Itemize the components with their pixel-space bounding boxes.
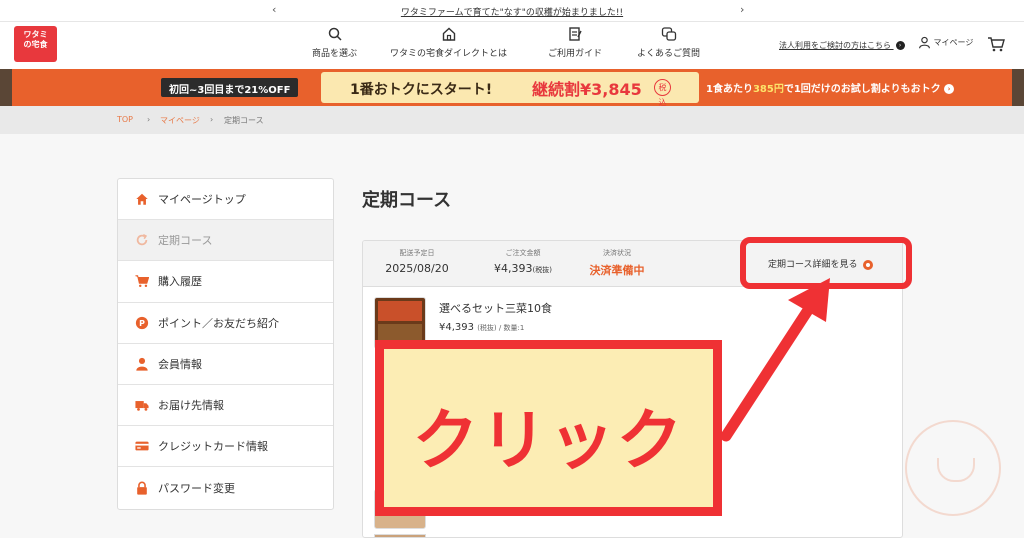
home-icon (442, 27, 455, 41)
annotation-text: クリック (412, 402, 685, 479)
order-amount-number: ¥4,393 (494, 262, 533, 275)
sidebar-item-label: 定期コース (158, 234, 213, 248)
lock-icon (135, 481, 149, 495)
banner-headline: 1番おトクにスタート! (350, 82, 493, 98)
sidebar-item-label: 会員情報 (158, 357, 202, 371)
corporate-link[interactable]: 法人利用をご検討の方はこちら › (779, 40, 905, 51)
breadcrumb-separator: › (210, 115, 214, 124)
sidebar-item-member-info[interactable]: 会員情報 (118, 344, 333, 385)
breadcrumb-top[interactable]: TOP (117, 115, 133, 124)
mypage-sidebar: マイページトップ 定期コース 購入履歴 P ポイント／お友だち紹介 会員情報 お… (117, 178, 334, 510)
delivery-date-column: 配送予定日 2025/08/20 (377, 248, 457, 275)
nav-faq[interactable]: よくあるご質問 (637, 26, 700, 59)
banner-discount-pill: 初回~3回目まで21%OFF (161, 78, 299, 97)
rice-bowl-watermark-icon (905, 420, 1001, 516)
sidebar-item-credit-card[interactable]: クレジットカード情報 (118, 426, 333, 468)
sidebar-item-label: クレジットカード情報 (158, 440, 268, 454)
product-tax-quantity: (税抜) / 数量:1 (477, 324, 525, 332)
user-icon (919, 36, 930, 49)
annotation-highlight-frame (740, 237, 912, 289)
sidebar-item-label: マイページトップ (158, 193, 246, 207)
delivery-date-label: 配送予定日 (399, 249, 435, 257)
banner-edge-left (0, 69, 12, 106)
sidebar-item-purchase-history[interactable]: 購入履歴 (118, 261, 333, 303)
sidebar-item-label: 購入履歴 (158, 275, 202, 289)
payment-status-column: 決済状況 決済準備中 (577, 248, 657, 278)
truck-icon (135, 398, 149, 412)
logo-text-line1: ワタミ (23, 30, 48, 39)
mypage-link[interactable]: マイページ (918, 36, 973, 49)
search-icon (328, 27, 342, 41)
arrow-right-icon: › (895, 41, 905, 50)
corporate-link-label: 法人利用をご検討の方はこちら (779, 41, 891, 50)
logo-text-line2: の宅食 (23, 40, 48, 49)
product-name[interactable]: 選べるセット三菜10食 (439, 300, 552, 316)
chevron-right-icon[interactable]: › (740, 3, 744, 16)
banner-tax-mark: 税込 (654, 79, 671, 107)
product-thumbnail[interactable] (374, 534, 426, 537)
sidebar-item-mypage-top[interactable]: マイページトップ (118, 179, 333, 221)
sidebar-item-subscription[interactable]: 定期コース (118, 220, 333, 262)
sidebar-item-password[interactable]: パスワード変更 (118, 467, 333, 508)
banner-right-text: 1食あたり385円で1回だけのお試し割よりもおトク › (706, 80, 955, 95)
product-thumbnail-top (378, 301, 422, 321)
nav-label: ワタミの宅食ダイレクトとは (390, 49, 508, 59)
product-price: ¥4,393 (税抜) / 数量:1 (439, 322, 524, 333)
banner-edge-right (1012, 69, 1024, 106)
arrow-right-icon: › (944, 84, 955, 94)
faq-icon (661, 27, 676, 41)
product-price-value: ¥4,393 (439, 322, 474, 333)
sidebar-item-delivery-address[interactable]: お届け先情報 (118, 385, 333, 427)
user-icon (135, 357, 149, 371)
payment-status-value: 決済準備中 (589, 264, 645, 277)
sidebar-item-label: ポイント／お友だち紹介 (158, 316, 279, 330)
nav-guide[interactable]: ご利用ガイド (548, 26, 602, 59)
banner-right-a: 1食あたり (706, 84, 753, 95)
breadcrumb-current: 定期コース (224, 116, 264, 125)
cart-icon[interactable] (987, 36, 1005, 52)
refresh-icon (135, 233, 149, 247)
nav-select-products[interactable]: 商品を選ぶ (312, 26, 357, 59)
sidebar-item-points[interactable]: P ポイント／お友だち紹介 (118, 303, 333, 344)
banner-right-b: 385円 (752, 84, 784, 95)
order-amount-label: ご注文金額 (505, 249, 541, 257)
sidebar-item-label: お届け先情報 (158, 399, 224, 413)
nav-label: 商品を選ぶ (312, 49, 358, 59)
campaign-banner[interactable]: 初回~3回目まで21%OFF 1番おトクにスタート! 継続割¥3,845 税込 … (0, 69, 1024, 107)
banner-right-c: で1回だけのお試し割よりもおトク (783, 84, 941, 95)
credit-card-icon (135, 439, 149, 453)
breadcrumb-separator: › (147, 115, 151, 124)
order-amount-tax: (税抜) (532, 266, 552, 274)
payment-status-label: 決済状況 (603, 249, 631, 257)
nav-label: よくあるご質問 (637, 49, 701, 59)
svg-text:P: P (139, 319, 145, 328)
page: ‹ ワタミファームで育てた"なす"の収穫が始まりました!! › ワタミ の宅食 … (0, 0, 1024, 538)
page-title: 定期コース (362, 190, 452, 211)
nav-about[interactable]: ワタミの宅食ダイレクトとは (390, 26, 507, 59)
annotation-callout: クリック (375, 340, 722, 516)
notice-bar: ‹ ワタミファームで育てた"なす"の収穫が始まりました!! › (0, 0, 1024, 22)
site-header: ワタミ の宅食 商品を選ぶ ワタミの宅食ダイレクトとは ご利用ガイド よくあるご… (0, 22, 1024, 69)
order-amount-column: ご注文金額 ¥4,393(税抜) (475, 248, 571, 275)
logo[interactable]: ワタミ の宅食 (14, 26, 57, 62)
guide-icon (569, 27, 582, 41)
breadcrumb-mypage[interactable]: マイページ (160, 115, 200, 126)
sidebar-item-label: パスワード変更 (158, 481, 235, 495)
mypage-label: マイページ (933, 38, 974, 47)
point-icon: P (135, 316, 149, 330)
notice-link[interactable]: ワタミファームで育てた"なす"の収穫が始まりました!! (0, 5, 1024, 18)
banner-price: 継続割¥3,845 (532, 80, 642, 99)
banner-headline-panel: 1番おトクにスタート! 継続割¥3,845 税込 (321, 72, 699, 107)
home-icon (135, 192, 149, 206)
delivery-date-value: 2025/08/20 (385, 262, 449, 275)
order-amount-value: ¥4,393(税抜) (475, 262, 571, 275)
nav-label: ご利用ガイド (548, 49, 603, 59)
cart-icon (135, 274, 149, 288)
breadcrumb: TOP › マイページ › 定期コース (0, 106, 1024, 134)
